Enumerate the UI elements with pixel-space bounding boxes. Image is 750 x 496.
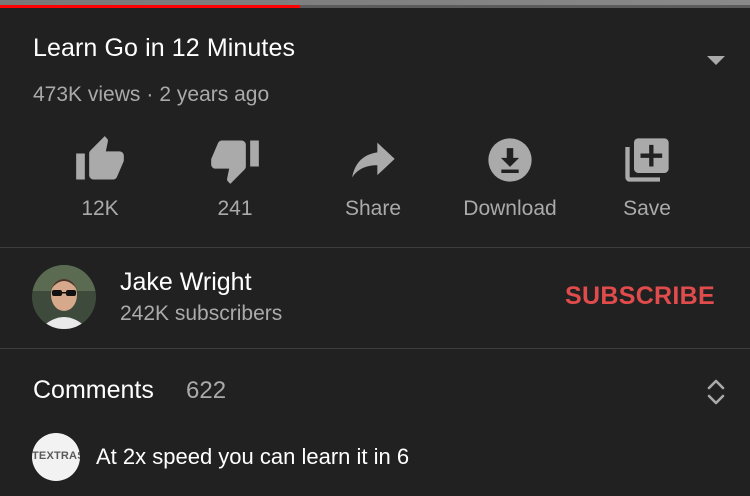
meta-separator: · — [146, 83, 154, 106]
video-details-panel: Learn Go in 12 Minutes 473K views · 2 year… — [0, 0, 750, 496]
channel-avatar[interactable] — [32, 265, 96, 329]
progress-played — [0, 5, 300, 8]
video-title[interactable]: Learn Go in 12 Minutes — [33, 34, 295, 63]
share-button[interactable]: Share — [309, 130, 437, 225]
save-button[interactable]: Save — [583, 130, 711, 225]
divider-top — [0, 247, 750, 248]
subscribe-button[interactable]: SUBSCRIBE — [565, 282, 715, 311]
add-to-playlist-icon — [625, 138, 669, 182]
comment-author-avatar[interactable]: TEXTRAS — [32, 433, 80, 481]
divider-bottom — [0, 348, 750, 349]
download-button[interactable]: Download — [446, 130, 574, 225]
comments-count: 622 — [186, 377, 227, 404]
save-label: Save — [623, 197, 671, 220]
subscriber-count: 242K subscribers — [120, 302, 283, 325]
avatar-photo — [32, 265, 96, 329]
download-label: Download — [463, 197, 557, 220]
video-meta: 473K views · 2 years ago — [33, 83, 269, 107]
action-bar: 12K 241 Share Download Save — [0, 130, 750, 230]
comment-avatar-text: TEXTRAS — [32, 450, 80, 462]
download-icon — [488, 138, 532, 182]
view-count: 473K views — [33, 83, 141, 106]
dislike-count: 241 — [217, 197, 253, 220]
thumbs-up-icon — [76, 136, 124, 180]
share-label: Share — [344, 197, 402, 220]
like-count: 12K — [81, 197, 119, 220]
thumbs-down-icon — [211, 140, 259, 184]
like-button[interactable]: 12K — [36, 130, 164, 225]
comment-preview-text[interactable]: At 2x speed you can learn it in 6 — [96, 444, 409, 470]
expand-comments-icon[interactable] — [703, 376, 729, 408]
share-icon — [352, 142, 395, 178]
upload-age: 2 years ago — [159, 83, 270, 106]
progress-remaining — [300, 5, 750, 8]
channel-name[interactable]: Jake Wright — [120, 268, 252, 297]
expand-description-icon[interactable] — [703, 50, 729, 68]
dislike-button[interactable]: 241 — [171, 130, 299, 225]
comments-heading[interactable]: Comments — [33, 376, 154, 405]
video-progress-bar[interactable] — [0, 0, 750, 8]
